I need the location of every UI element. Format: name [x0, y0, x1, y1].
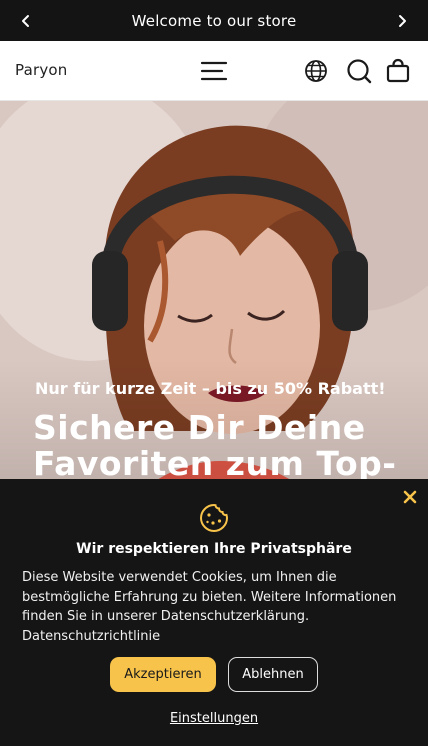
- announcement-bar: Welcome to our store: [0, 0, 428, 41]
- privacy-policy-link[interactable]: Datenschutzrichtlinie: [22, 629, 160, 644]
- announcement-text: Welcome to our store: [131, 11, 297, 30]
- cookie-title: Wir respektieren Ihre Privatsphäre: [76, 541, 352, 557]
- chevron-left-icon: [22, 14, 29, 27]
- decline-cookies-button[interactable]: Ablehnen: [228, 657, 318, 692]
- cookie-close-button[interactable]: [400, 487, 420, 507]
- hamburger-menu-icon: [200, 61, 228, 81]
- announcement-prev-button[interactable]: [4, 0, 48, 41]
- cart-button[interactable]: [383, 56, 413, 86]
- announcement-next-button[interactable]: [380, 0, 424, 41]
- cookie-settings-link[interactable]: Einstellungen: [0, 711, 428, 726]
- hero-kicker: Nur für kurze Zeit – bis zu 50% Rabatt!: [35, 379, 386, 398]
- close-icon: [403, 490, 417, 504]
- search-icon: [347, 59, 372, 84]
- search-button[interactable]: [344, 56, 374, 86]
- shopping-bag-icon: [386, 58, 410, 83]
- cookie-icon: [199, 503, 229, 533]
- store-logo[interactable]: Paryon: [15, 61, 68, 79]
- menu-button[interactable]: [199, 57, 229, 85]
- accept-cookies-button[interactable]: Akzeptieren: [110, 657, 216, 692]
- site-header: Paryon: [0, 41, 428, 101]
- chevron-right-icon: [399, 14, 406, 27]
- cookie-banner: Wir respektieren Ihre Privatsphäre Diese…: [0, 479, 428, 746]
- language-button[interactable]: [301, 56, 331, 86]
- cookie-body-text: Diese Website verwendet Cookies, um Ihne…: [22, 570, 397, 624]
- hero-title: Sichere Dir Deine Favoriten zum Top-: [33, 408, 397, 483]
- globe-icon: [305, 60, 327, 82]
- cookie-body: Diese Website verwendet Cookies, um Ihne…: [22, 568, 414, 646]
